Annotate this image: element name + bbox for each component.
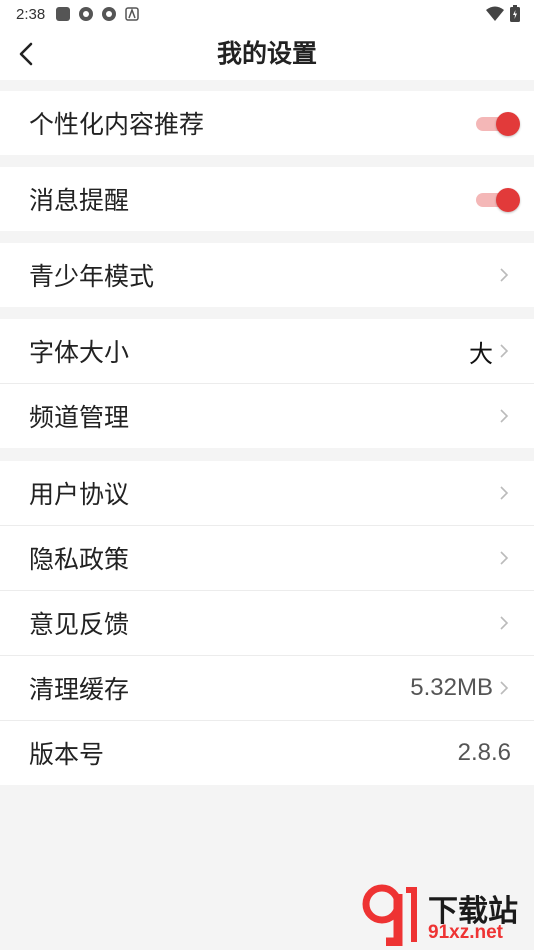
- setting-row-notification[interactable]: 消息提醒: [0, 167, 534, 231]
- setting-label: 用户协议: [29, 480, 130, 509]
- font-size-value: 大: [469, 339, 493, 368]
- notification-toggle[interactable]: [476, 188, 520, 212]
- chevron-right-icon: [500, 486, 509, 500]
- setting-label: 个性化内容推荐: [29, 110, 205, 139]
- chevron-right-icon: [500, 344, 509, 358]
- aperture-notification-icon-2: [102, 7, 117, 21]
- chevron-right-icon: [500, 409, 509, 423]
- version-value: 2.8.6: [457, 739, 511, 766]
- chevron-right-icon: [500, 551, 509, 565]
- status-time: 2:38: [16, 5, 46, 23]
- setting-label: 消息提醒: [29, 186, 130, 215]
- settings-group-about: 用户协议 隐私政策 意见反馈 清理缓存 5.32MB 版本号 2.8.6: [0, 461, 534, 785]
- settings-group-notify: 消息提醒: [0, 167, 534, 231]
- setting-row-personalized[interactable]: 个性化内容推荐: [0, 91, 534, 155]
- font-notification-icon: [125, 7, 139, 21]
- app-notification-icon: [56, 7, 71, 21]
- status-bar: 2:38: [0, 0, 534, 28]
- app-header: 我的设置: [0, 28, 534, 80]
- watermark-logo-icon: [362, 884, 417, 947]
- setting-label: 频道管理: [29, 403, 130, 432]
- page-title: 我的设置: [216, 39, 317, 68]
- chevron-right-icon: [500, 268, 509, 282]
- setting-label: 字体大小: [29, 338, 130, 367]
- toggle-knob: [496, 188, 520, 212]
- setting-label: 版本号: [29, 740, 105, 769]
- setting-row-user-agreement[interactable]: 用户协议: [0, 461, 534, 526]
- setting-label: 隐私政策: [29, 545, 130, 574]
- chevron-right-icon: [500, 681, 509, 695]
- setting-label: 意见反馈: [29, 610, 130, 639]
- setting-row-version: 版本号 2.8.6: [0, 721, 534, 785]
- wifi-icon: [486, 6, 504, 21]
- battery-icon: [510, 5, 520, 22]
- setting-row-feedback[interactable]: 意见反馈: [0, 591, 534, 656]
- settings-group-recommend: 个性化内容推荐: [0, 91, 534, 155]
- watermark-url: 91xz.net: [428, 922, 503, 943]
- watermark: 下载站 91xz.net: [362, 884, 530, 947]
- setting-label: 青少年模式: [29, 262, 155, 291]
- settings-group-youth: 青少年模式: [0, 243, 534, 307]
- personalized-toggle[interactable]: [476, 112, 520, 136]
- cache-size-value: 5.32MB: [410, 674, 493, 701]
- settings-group-display: 字体大小 大 频道管理: [0, 319, 534, 448]
- setting-row-font-size[interactable]: 字体大小 大: [0, 319, 534, 384]
- setting-row-channel-manage[interactable]: 频道管理: [0, 384, 534, 448]
- toggle-knob: [496, 112, 520, 136]
- setting-row-youth-mode[interactable]: 青少年模式: [0, 243, 534, 307]
- aperture-notification-icon: [79, 7, 94, 21]
- setting-label: 清理缓存: [29, 675, 130, 704]
- setting-row-privacy-policy[interactable]: 隐私政策: [0, 526, 534, 591]
- setting-row-clear-cache[interactable]: 清理缓存 5.32MB: [0, 656, 534, 721]
- chevron-right-icon: [500, 616, 509, 630]
